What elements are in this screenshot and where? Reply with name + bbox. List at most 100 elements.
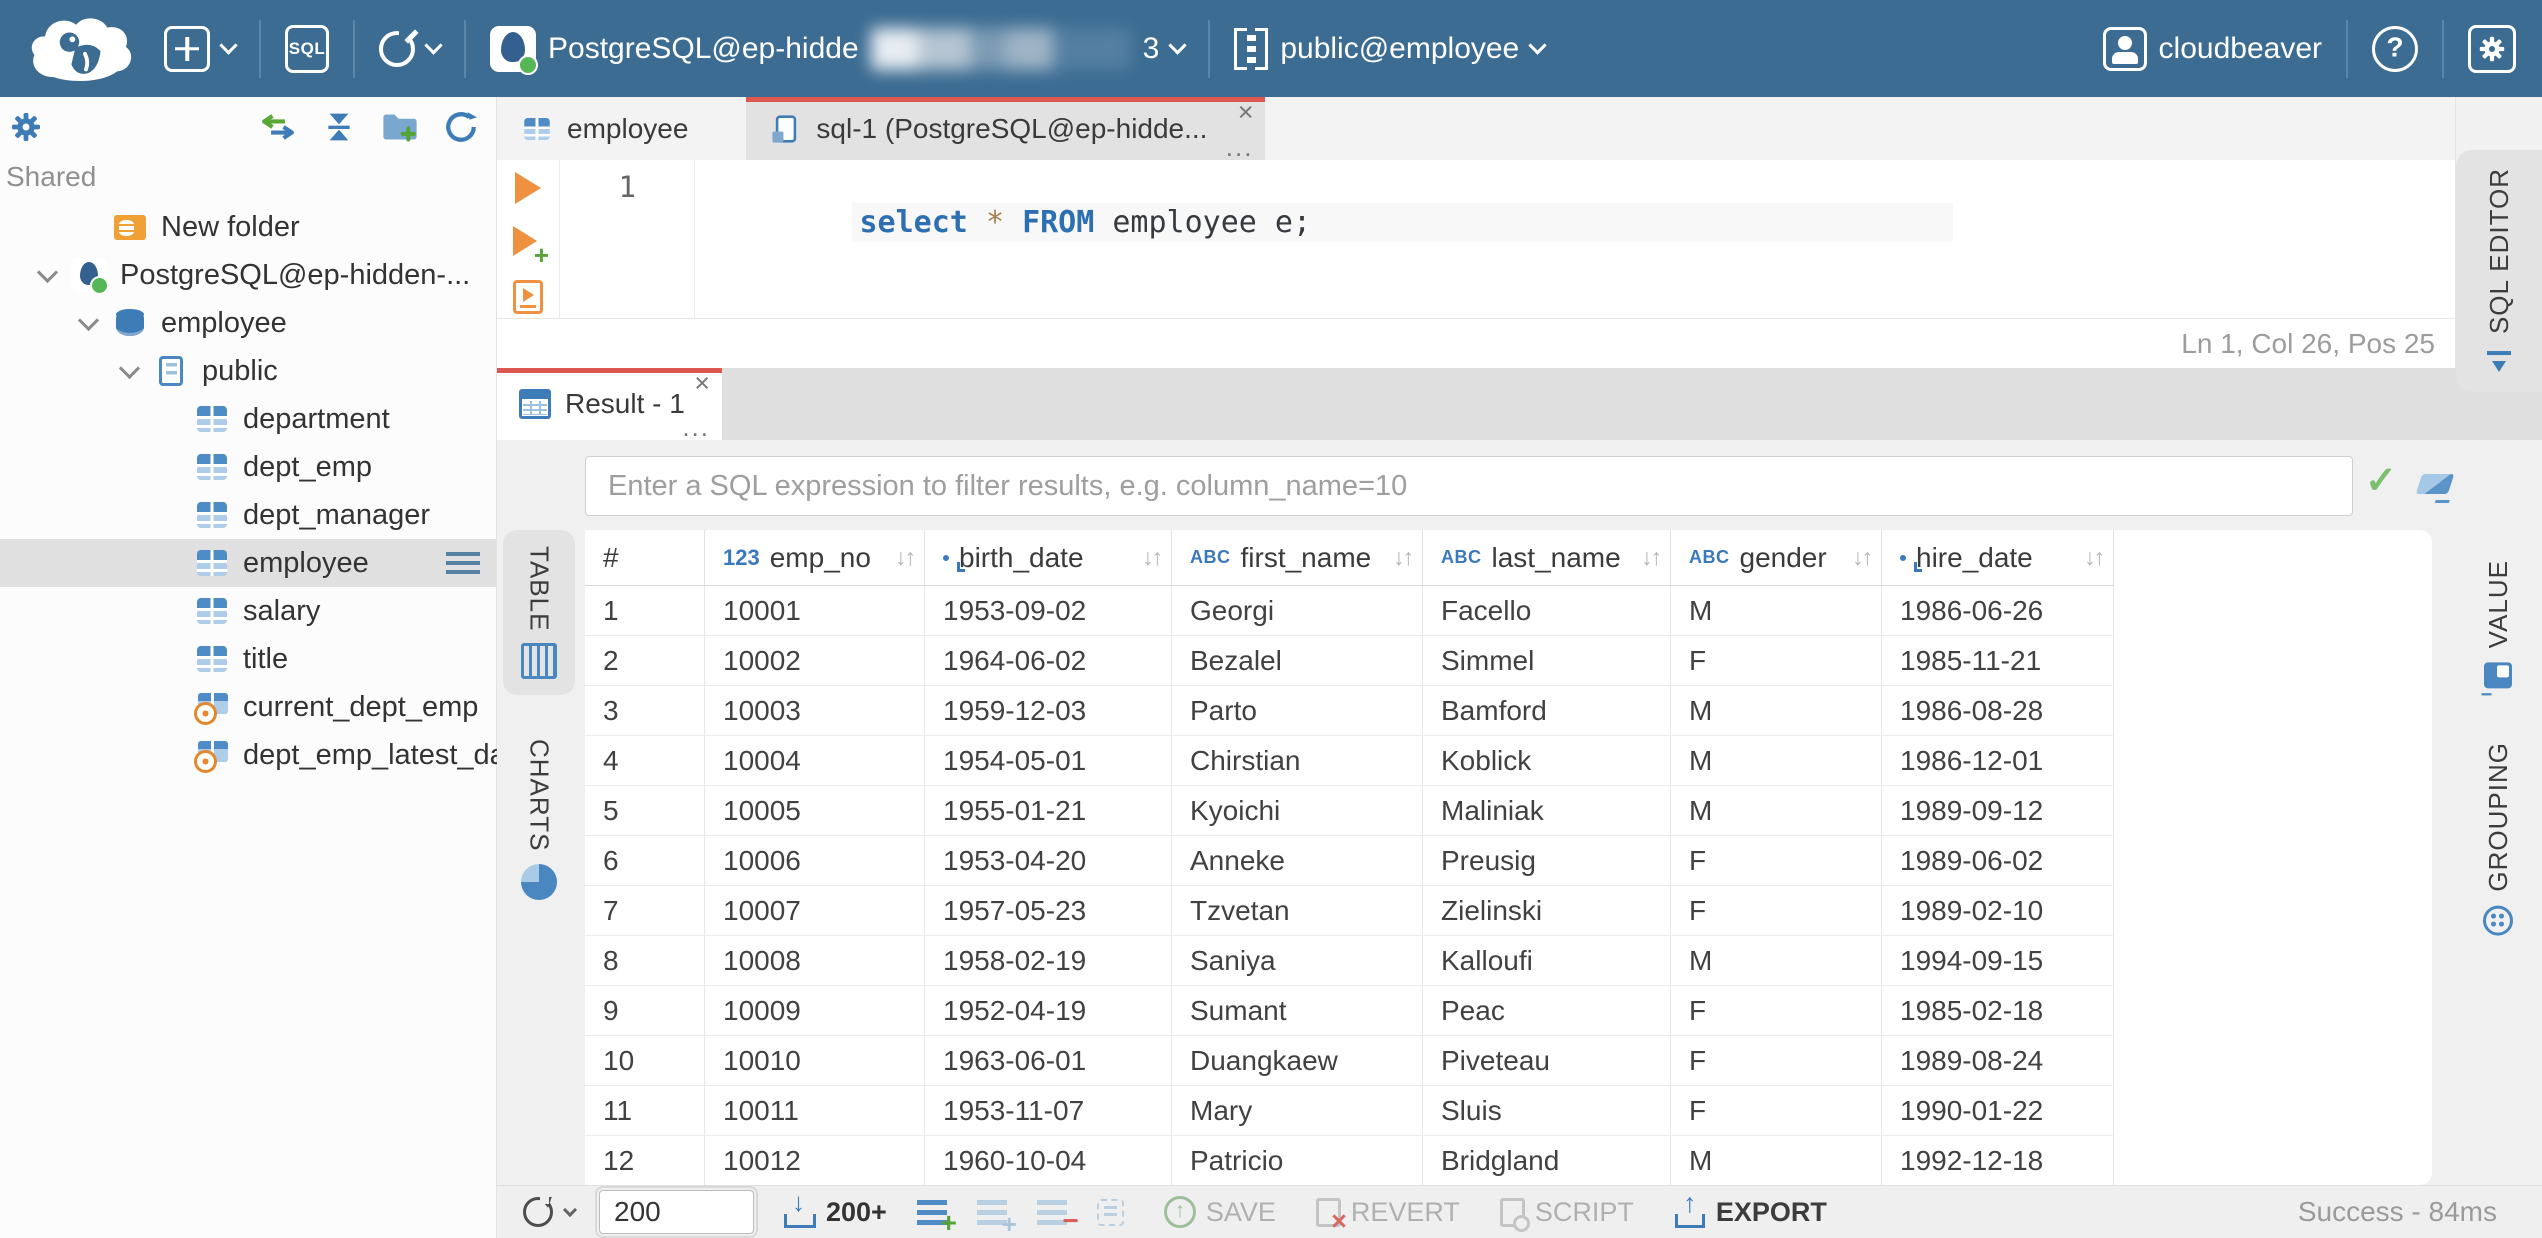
script-button[interactable]: SCRIPT <box>1499 1197 1634 1232</box>
table-cell[interactable]: F <box>1671 1036 1882 1085</box>
table-row[interactable]: 3 10003 1959-12-03 Parto Bamford M 1986-… <box>585 686 2114 736</box>
sort-icon[interactable] <box>1641 544 1660 571</box>
table-cell[interactable]: 12 <box>585 1136 705 1185</box>
table-cell[interactable]: M <box>1671 686 1882 735</box>
clear-filter-icon[interactable] <box>2415 474 2455 494</box>
tree-item[interactable]: New folder <box>0 203 496 251</box>
table-cell[interactable]: Sumant <box>1172 986 1423 1035</box>
grouping-side-tab[interactable]: GROUPING <box>2483 724 2514 954</box>
table-cell[interactable]: Parto <box>1172 686 1423 735</box>
table-cell[interactable]: 2 <box>585 636 705 685</box>
execute-query-button[interactable] <box>515 172 541 204</box>
table-cell[interactable]: F <box>1671 886 1882 935</box>
table-cell[interactable]: M <box>1671 736 1882 785</box>
table-cell[interactable]: Georgi <box>1172 586 1423 635</box>
table-cell[interactable]: 10012 <box>705 1136 925 1185</box>
table-cell[interactable]: Zielinski <box>1423 886 1671 935</box>
table-cell[interactable]: 1985-11-21 <box>1882 636 2114 685</box>
table-cell[interactable]: 1953-09-02 <box>925 586 1172 635</box>
table-cell[interactable]: 1955-01-21 <box>925 786 1172 835</box>
table-cell[interactable]: 8 <box>585 936 705 985</box>
table-cell[interactable]: 1989-02-10 <box>1882 886 2114 935</box>
settings-button[interactable] <box>2468 24 2516 73</box>
table-cell[interactable]: 10 <box>585 1036 705 1085</box>
table-cell[interactable]: 1986-06-26 <box>1882 586 2114 635</box>
table-cell[interactable]: Peac <box>1423 986 1671 1035</box>
table-cell[interactable]: 4 <box>585 736 705 785</box>
table-cell[interactable]: 10011 <box>705 1086 925 1135</box>
table-cell[interactable]: 10007 <box>705 886 925 935</box>
tree-item[interactable]: title <box>0 635 496 683</box>
table-cell[interactable]: 1990-01-22 <box>1882 1086 2114 1135</box>
new-folder-button[interactable] <box>382 111 418 143</box>
new-sql-editor-button[interactable]: SQL <box>285 24 329 73</box>
table-cell[interactable]: Patricio <box>1172 1136 1423 1185</box>
execute-script-button[interactable] <box>513 280 543 314</box>
table-row[interactable]: 11 10011 1953-11-07 Mary Sluis F 1990-01… <box>585 1086 2114 1136</box>
table-cell[interactable]: M <box>1671 1136 1882 1185</box>
table-cell[interactable]: F <box>1671 636 1882 685</box>
tree-item[interactable]: dept_manager <box>0 491 496 539</box>
table-cell[interactable]: Tzvetan <box>1172 886 1423 935</box>
table-cell[interactable]: 1994-09-15 <box>1882 936 2114 985</box>
table-row[interactable]: 10 10010 1963-06-01 Duangkaew Piveteau F <box>585 1036 2114 1086</box>
table-cell[interactable]: 10001 <box>705 586 925 635</box>
table-cell[interactable]: 5 <box>585 786 705 835</box>
table-row[interactable]: 8 10008 1958-02-19 Saniya Kalloufi M 199… <box>585 936 2114 986</box>
table-cell[interactable]: Duangkaew <box>1172 1036 1423 1085</box>
execute-new-tab-button[interactable] <box>513 226 549 268</box>
tab-menu-icon[interactable]: ... <box>682 414 710 440</box>
filter-input[interactable] <box>586 457 2352 515</box>
editor-tab[interactable]: employee <box>497 97 746 160</box>
table-cell[interactable]: 10006 <box>705 836 925 885</box>
column-header[interactable]: first_name <box>1172 530 1423 585</box>
tree-item[interactable]: employee <box>0 539 496 587</box>
table-cell[interactable]: Koblick <box>1423 736 1671 785</box>
table-cell[interactable]: 1958-02-19 <box>925 936 1172 985</box>
delete-row-button[interactable] <box>1036 1199 1079 1235</box>
table-cell[interactable]: 1989-08-24 <box>1882 1036 2114 1085</box>
table-row[interactable]: 2 10002 1964-06-02 Bezalel Simmel F 1985… <box>585 636 2114 686</box>
table-cell[interactable]: 1985-02-18 <box>1882 986 2114 1035</box>
column-header[interactable]: emp_no <box>705 530 925 585</box>
table-cell[interactable]: Preusig <box>1423 836 1671 885</box>
sidebar-settings-button[interactable] <box>10 111 42 143</box>
table-cell[interactable]: Mary <box>1172 1086 1423 1135</box>
sort-icon[interactable] <box>1142 544 1161 571</box>
table-cell[interactable]: 10010 <box>705 1036 925 1085</box>
table-cell[interactable]: 1953-04-20 <box>925 836 1172 885</box>
table-cell[interactable]: Anneke <box>1172 836 1423 885</box>
sql-editor-side-tab[interactable]: SQL EDITOR <box>2456 150 2542 393</box>
table-cell[interactable]: 1960-10-04 <box>925 1136 1172 1185</box>
table-cell[interactable]: Bridgland <box>1423 1136 1671 1185</box>
tree-item[interactable]: department <box>0 395 496 443</box>
collapse-all-icon[interactable] <box>322 111 356 143</box>
table-cell[interactable]: 1 <box>585 586 705 635</box>
table-cell[interactable]: Maliniak <box>1423 786 1671 835</box>
table-cell[interactable]: 1953-11-07 <box>925 1086 1172 1135</box>
result-tab[interactable]: Result - 1 ... <box>497 368 722 440</box>
table-row[interactable]: 9 10009 1952-04-19 Sumant Peac F 1985-02… <box>585 986 2114 1036</box>
result-view-tab[interactable]: CHARTS <box>503 723 575 915</box>
table-row[interactable]: 12 10012 1960-10-04 Patricio Bridgland M <box>585 1136 2114 1185</box>
table-cell[interactable]: 3 <box>585 686 705 735</box>
table-cell[interactable]: 1952-04-19 <box>925 986 1172 1035</box>
table-cell[interactable]: 1959-12-03 <box>925 686 1172 735</box>
chevron-down-icon[interactable] <box>77 309 100 331</box>
refresh-button[interactable] <box>444 110 478 144</box>
apply-filter-icon[interactable] <box>2365 462 2397 500</box>
table-cell[interactable]: Kyoichi <box>1172 786 1423 835</box>
value-side-tab[interactable]: VALUE <box>2483 542 2514 706</box>
result-view-tab[interactable]: TABLE <box>503 530 575 696</box>
sort-icon[interactable] <box>895 544 914 571</box>
table-cell[interactable]: Kalloufi <box>1423 936 1671 985</box>
table-cell[interactable]: Bezalel <box>1172 636 1423 685</box>
new-connection-button[interactable] <box>164 25 238 72</box>
table-cell[interactable]: 9 <box>585 986 705 1035</box>
user-menu[interactable]: cloudbeaver <box>2102 26 2322 71</box>
sort-icon[interactable] <box>1852 544 1871 571</box>
save-button[interactable]: SAVE <box>1163 1196 1276 1228</box>
table-cell[interactable]: F <box>1671 1086 1882 1135</box>
fetch-more-button[interactable]: 200+ <box>784 1187 887 1228</box>
chevron-down-icon[interactable] <box>36 261 59 283</box>
